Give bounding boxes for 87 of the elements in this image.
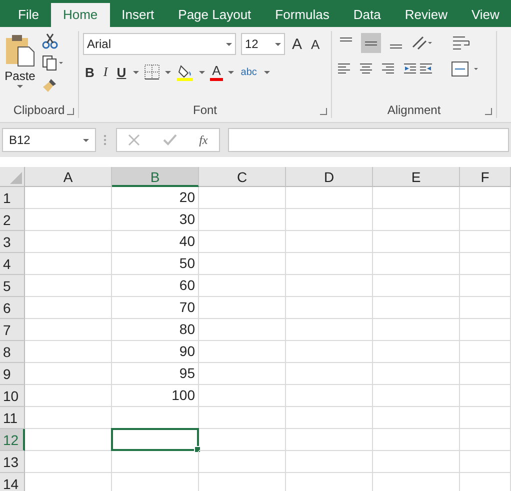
row-header[interactable]: 14 — [0, 473, 25, 491]
table-cell: 50 — [112, 253, 199, 275]
row-header[interactable]: 8 — [0, 341, 25, 363]
table-cell: 80 — [112, 319, 199, 341]
table-cell — [460, 319, 511, 341]
table-cell — [460, 341, 511, 363]
orientation-icon[interactable] — [411, 35, 433, 51]
brush-icon[interactable] — [42, 77, 58, 93]
table-cell — [460, 187, 511, 209]
row-header[interactable]: 9 — [0, 363, 25, 385]
align-icon — [364, 40, 378, 46]
align-icon — [339, 37, 353, 42]
row-header[interactable]: 2 — [0, 209, 25, 231]
table-cell: 20 — [112, 187, 199, 209]
table-cell — [460, 231, 511, 253]
table-cell — [460, 297, 511, 319]
row-header[interactable]: 12 — [0, 429, 25, 451]
align-icon — [389, 44, 403, 49]
launcher-icon[interactable] — [320, 108, 327, 115]
row-header[interactable]: 3 — [0, 231, 25, 253]
table-cell: 100 — [112, 385, 199, 407]
underline-button[interactable]: U — [114, 64, 128, 80]
row-header[interactable]: 5 — [0, 275, 25, 297]
table-cell — [460, 275, 511, 297]
corner-icon — [10, 172, 22, 184]
launcher-icon[interactable] — [67, 108, 74, 115]
table-cell: 95 — [112, 363, 199, 385]
column-header[interactable]: A — [25, 167, 112, 187]
group-label: Font — [192, 103, 217, 117]
row-header[interactable]: 13 — [0, 451, 25, 473]
horizontal-align-icons[interactable] — [336, 62, 432, 76]
row-header[interactable]: 7 — [0, 319, 25, 341]
grow-font-button[interactable]: A — [290, 36, 304, 52]
table-cell — [460, 451, 511, 473]
borders-icon[interactable] — [144, 64, 160, 80]
table-cell: 40 — [112, 231, 199, 253]
table-cell: 30 — [112, 209, 199, 231]
ribbon-tab[interactable]: Insert — [110, 3, 166, 27]
fill-color-icon[interactable] — [176, 63, 194, 81]
table-cell: 60 — [112, 275, 199, 297]
clipboard-icon — [4, 33, 36, 67]
shrink-font-button[interactable]: A — [309, 36, 322, 52]
ribbon-tab[interactable]: File — [6, 3, 51, 27]
check-icon[interactable] — [162, 134, 177, 146]
ribbon-tab[interactable]: Page Layout — [166, 3, 264, 27]
align-button[interactable] — [361, 33, 381, 53]
table-cell — [460, 253, 511, 275]
table-cell — [460, 407, 511, 429]
column-header[interactable]: D — [286, 167, 373, 187]
wrap-text-icon[interactable] — [452, 35, 470, 51]
table-cell: 70 — [112, 297, 199, 319]
font-size-field[interactable]: 12 — [241, 33, 285, 55]
table-cell — [460, 385, 511, 407]
row-header[interactable]: 6 — [0, 297, 25, 319]
scissors-icon[interactable] — [42, 33, 58, 49]
ribbon-tab[interactable]: Home — [50, 3, 110, 27]
ribbon-tab[interactable]: View — [459, 3, 511, 27]
row-header[interactable]: 1 — [0, 187, 25, 209]
row-header[interactable]: 11 — [0, 407, 25, 429]
column-header[interactable]: B — [112, 167, 199, 187]
copy-icon[interactable] — [42, 55, 64, 71]
formula-input[interactable] — [228, 128, 509, 152]
group-label: Clipboard — [13, 103, 65, 117]
name-box[interactable]: B12 — [2, 128, 96, 152]
paste-button[interactable]: Paste — [4, 33, 36, 100]
ribbon-tab[interactable]: Review — [392, 3, 460, 27]
ribbon-tab[interactable]: Formulas — [263, 3, 342, 27]
row-header[interactable]: 4 — [0, 253, 25, 275]
cell-styles-button[interactable]: abc — [238, 66, 259, 78]
italic-button[interactable]: I — [101, 64, 110, 80]
table-cell: 90 — [112, 341, 199, 363]
column-header[interactable]: F — [460, 167, 511, 187]
bold-button[interactable]: B — [83, 64, 96, 80]
grip-icon — [104, 135, 108, 145]
font-name-field[interactable]: Arial — [83, 33, 236, 55]
row-header[interactable]: 10 — [0, 385, 25, 407]
merge-icon[interactable] — [451, 61, 481, 77]
group-label: Alignment — [387, 103, 441, 117]
table-cell — [460, 363, 511, 385]
launcher-icon[interactable] — [485, 108, 492, 115]
insert-function-button[interactable]: fx — [199, 132, 208, 148]
font-color-button[interactable]: A — [210, 64, 223, 80]
ribbon-tab[interactable]: Data — [341, 3, 393, 27]
column-header[interactable]: E — [373, 167, 460, 187]
column-header[interactable]: C — [199, 167, 286, 187]
table-cell — [460, 209, 511, 231]
table-cell — [460, 429, 511, 451]
